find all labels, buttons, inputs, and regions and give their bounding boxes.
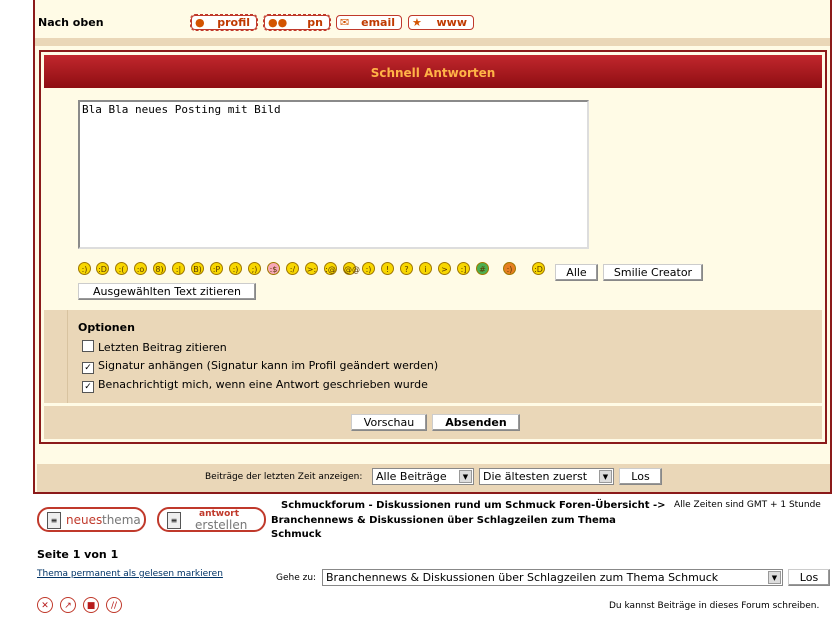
period-select-value: Alle Beiträge	[376, 470, 447, 483]
chevron-down-icon: ▼	[459, 470, 472, 483]
pagination: Seite 1 von 1	[37, 548, 119, 561]
smilie-icon[interactable]: :P	[210, 262, 223, 275]
profile-button[interactable]: ● profil	[190, 14, 258, 31]
reply-line2: erstellen	[195, 518, 248, 532]
breadcrumb-line3[interactable]: Schmuck	[271, 528, 616, 542]
smilie-icon[interactable]: :o	[134, 262, 147, 275]
smilie-icon[interactable]: :D	[96, 262, 109, 275]
jump-go-button[interactable]: Los	[788, 569, 830, 586]
delete-icon[interactable]: ✕	[37, 597, 53, 613]
option-label: Benachrichtigt mich, wenn eine Antwort g…	[98, 378, 428, 391]
new-topic-suffix: thema	[102, 513, 141, 527]
smilie-icon[interactable]: >:	[305, 262, 318, 275]
permissions-note: Du kannst Beiträge in dieses Forum schre…	[609, 601, 820, 611]
period-select[interactable]: Alle Beiträge ▼	[372, 468, 474, 485]
smilie-icon[interactable]: :)	[362, 262, 375, 275]
filter-go-button[interactable]: Los	[619, 468, 662, 485]
checkbox-checked[interactable]: ✓	[82, 381, 94, 393]
smilie-icon[interactable]: :/	[286, 262, 299, 275]
option-label: Signatur anhängen (Signatur kann im Prof…	[98, 359, 439, 372]
order-select[interactable]: Die ältesten zuerst ▼	[479, 468, 614, 485]
preview-button[interactable]: Vorschau	[351, 414, 427, 431]
chevron-down-icon: ▼	[599, 470, 612, 483]
option-notify[interactable]: ✓ Benachrichtigt mich, wenn eine Antwort …	[82, 378, 428, 393]
smilie-icon[interactable]: >	[438, 262, 451, 275]
options-section: Optionen Letzten Beitrag zitieren ✓ Signa…	[44, 310, 822, 403]
email-button[interactable]: ✉ email	[336, 15, 402, 30]
smilie-icon[interactable]: :)	[229, 262, 242, 275]
order-select-value: Die ältesten zuerst	[483, 470, 588, 483]
email-button-label: email	[361, 16, 395, 29]
lock-icon[interactable]: ■	[83, 597, 99, 613]
smilie-icon[interactable]: i	[419, 262, 432, 275]
jump-select[interactable]: Branchennews & Diskussionen über Schlagz…	[322, 569, 783, 586]
timezone-note: Alle Zeiten sind GMT + 1 Stunde	[674, 500, 821, 510]
smilie-icon[interactable]: :D	[532, 262, 545, 275]
mark-read-link[interactable]: Thema permanent als gelesen markieren	[37, 569, 223, 579]
filter-bar: Beiträge der letzten Zeit anzeigen: Alle…	[37, 464, 830, 492]
back-to-top-label[interactable]: Nach oben	[38, 16, 104, 29]
message-textarea[interactable]: Bla Bla neues Posting mit Bild	[78, 100, 589, 249]
www-button-label: www	[436, 16, 468, 29]
jump-select-value: Branchennews & Diskussionen über Schlagz…	[326, 571, 719, 584]
breadcrumb-forum[interactable]: Branchennews & Diskussionen über Schlagz…	[271, 514, 616, 542]
users-icon: ●●	[268, 16, 288, 29]
quote-selected-button[interactable]: Ausgewählten Text zitieren	[78, 283, 256, 300]
breadcrumb[interactable]: Schmuckforum - Diskussionen rund um Schm…	[281, 500, 666, 511]
all-smilies-button[interactable]: Alle	[555, 264, 598, 281]
smilie-icon[interactable]: :)	[503, 262, 516, 275]
split-icon[interactable]: //	[106, 597, 122, 613]
quick-reply-title: Schnell Antworten	[44, 55, 822, 88]
filter-label: Beiträge der letzten Zeit anzeigen:	[205, 472, 363, 482]
pm-button[interactable]: ●● pn	[263, 14, 331, 31]
checkbox-checked[interactable]: ✓	[82, 362, 94, 374]
smilie-icon[interactable]: :|	[172, 262, 185, 275]
document-icon: ≡	[47, 512, 61, 529]
submit-row: Vorschau Absenden	[44, 406, 822, 439]
breadcrumb-line1[interactable]: Schmuckforum - Diskussionen rund um Schm…	[281, 500, 666, 511]
chevron-down-icon: ▼	[768, 571, 781, 584]
option-quote-last[interactable]: Letzten Beitrag zitieren	[82, 340, 227, 354]
options-title: Optionen	[78, 321, 135, 334]
breadcrumb-line2[interactable]: Branchennews & Diskussionen über Schlagz…	[271, 514, 616, 528]
quick-reply-panel: Schnell Antworten Bla Bla neues Posting …	[39, 50, 827, 444]
move-icon[interactable]: ↗	[60, 597, 76, 613]
submit-button[interactable]: Absenden	[432, 414, 520, 431]
new-topic-prefix: neues	[66, 513, 103, 527]
smilie-icon[interactable]: @@	[343, 262, 360, 275]
reply-button[interactable]: ≡ antwort erstellen	[157, 507, 266, 532]
smilie-icon[interactable]: !	[381, 262, 394, 275]
smilie-icon[interactable]: :)	[78, 262, 91, 275]
option-label: Letzten Beitrag zitieren	[98, 341, 227, 354]
smilie-icon[interactable]: :$	[267, 262, 280, 275]
smilie-icon[interactable]: :]	[457, 262, 470, 275]
jump-label: Gehe zu:	[276, 573, 317, 583]
smilie-icon[interactable]: 8)	[153, 262, 166, 275]
smilie-creator-button[interactable]: Smilie Creator	[603, 264, 703, 281]
smilie-icon[interactable]: #	[476, 262, 489, 275]
smilie-icon[interactable]: ?	[400, 262, 413, 275]
smilie-icon[interactable]: :(	[115, 262, 128, 275]
option-signature[interactable]: ✓ Signatur anhängen (Signatur kann im Pro…	[82, 359, 438, 374]
separator	[35, 38, 830, 46]
smilie-icon[interactable]: ;)	[248, 262, 261, 275]
smilie-icon[interactable]: B)	[191, 262, 204, 275]
new-topic-button[interactable]: ≡ neues thema	[37, 507, 146, 532]
document-icon: ≡	[167, 512, 181, 529]
smilie-icon[interactable]: :@	[324, 262, 337, 275]
user-icon: ●	[195, 16, 205, 29]
checkbox[interactable]	[82, 340, 94, 352]
www-button[interactable]: ★ www	[408, 15, 474, 30]
envelope-icon: ✉	[340, 16, 350, 29]
pm-button-label: pn	[307, 16, 323, 29]
profile-button-label: profil	[217, 16, 250, 29]
globe-icon: ★	[412, 16, 422, 29]
